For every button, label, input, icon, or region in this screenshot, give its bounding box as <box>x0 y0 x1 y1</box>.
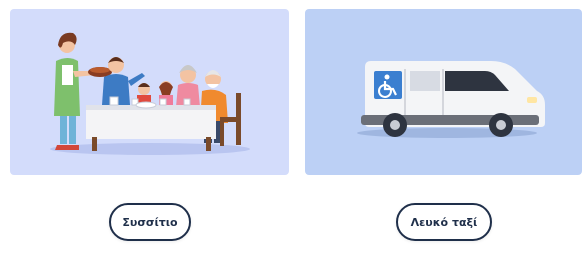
taxi-service-label: Λευκό ταξί <box>410 215 478 229</box>
wheelchair-van-illustration <box>357 61 545 138</box>
taxi-service-button[interactable]: Λευκό ταξί <box>396 203 492 241</box>
meal-service-button[interactable]: Συσσίτιο <box>109 203 191 241</box>
meal-service-label: Συσσίτιο <box>122 215 178 229</box>
service-card-meal[interactable] <box>10 9 289 175</box>
family-meal-illustration <box>50 32 250 155</box>
service-card-taxi[interactable] <box>305 9 582 175</box>
